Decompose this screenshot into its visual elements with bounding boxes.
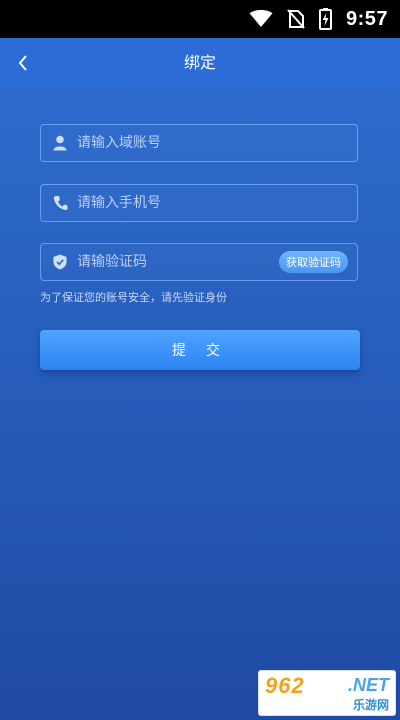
screen: 9:57 绑定 请输入域账号 请输入手机号 请输验证码 获取验证码 为了保证您的… — [0, 0, 400, 720]
phone-input[interactable] — [77, 185, 357, 221]
get-code-button[interactable]: 获取验证码 — [279, 251, 348, 273]
watermark-brand-domain: .NET — [347, 675, 389, 695]
user-icon — [51, 134, 69, 152]
no-sim-icon — [287, 9, 305, 29]
security-hint: 为了保证您的账号安全，请先验证身份 — [40, 291, 227, 304]
phone-icon — [51, 194, 69, 212]
status-time: 9:57 — [345, 7, 388, 30]
status-bar: 9:57 — [0, 0, 400, 38]
account-field[interactable] — [40, 124, 358, 162]
app-header: 绑定 — [0, 38, 400, 88]
submit-button[interactable]: 提 交 — [40, 330, 360, 370]
battery-charging-icon — [318, 8, 332, 30]
page-title: 绑定 — [183, 53, 216, 72]
shield-icon — [51, 253, 69, 271]
wifi-icon — [249, 10, 273, 28]
watermark-logo: 962 .NET 乐游网 — [258, 670, 396, 716]
verification-code-field[interactable]: 获取验证码 — [40, 243, 358, 281]
watermark-brand-cn: 乐游网 — [352, 698, 389, 712]
verification-code-input[interactable] — [77, 244, 279, 280]
phone-field[interactable] — [40, 184, 358, 222]
watermark-brand-digits: 962 — [265, 673, 305, 698]
status-icons: 9:57 — [249, 0, 388, 38]
account-input[interactable] — [77, 125, 357, 161]
